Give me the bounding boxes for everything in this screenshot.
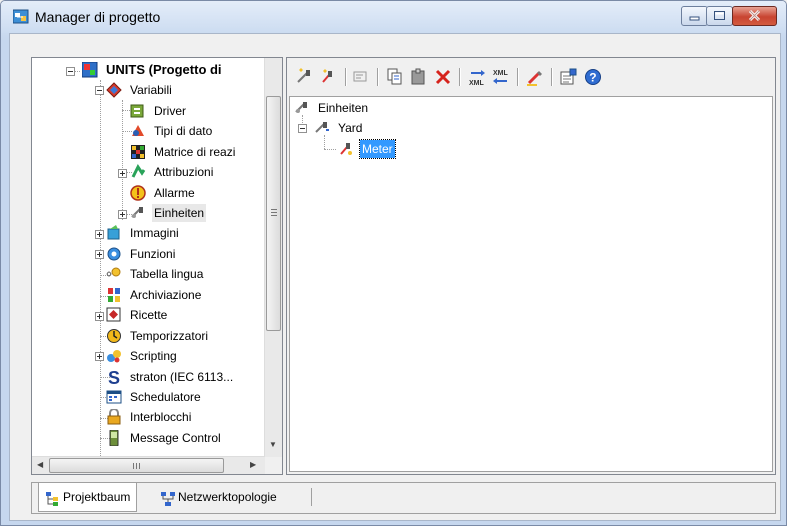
language-table-icon [106, 266, 122, 282]
minimize-icon [689, 16, 700, 21]
project-tree-panel[interactable]: UNITS (Progetto di ▲ Variabili Driver Ti… [31, 57, 283, 475]
svg-text:S: S [108, 369, 120, 385]
tree-line [122, 100, 123, 220]
assignments-icon [130, 164, 146, 180]
copy-button[interactable] [385, 67, 405, 87]
tree-line [100, 80, 101, 472]
driver-icon [130, 103, 146, 119]
properties-button[interactable] [559, 67, 579, 87]
export-xml-icon: XML [469, 70, 485, 87]
svg-text:XML: XML [493, 70, 509, 77]
bottom-tab-bar: Projektbaum Netzwerktopologie [31, 482, 776, 514]
project-manager-window: Manager di progetto UNITS (Progetto di V… [0, 0, 787, 526]
scheduler-icon [106, 389, 122, 405]
expand-toggle[interactable] [118, 210, 127, 219]
new-unit-icon [297, 68, 310, 83]
expand-toggle[interactable] [95, 312, 104, 321]
scroll-right-arrow-icon[interactable]: ▶ [250, 460, 256, 469]
close-button[interactable] [732, 6, 777, 26]
window-title: Manager di progetto [35, 9, 161, 25]
properties-list-button[interactable] [351, 67, 371, 87]
archiving-icon [106, 287, 122, 303]
import-xml-button[interactable]: XML [491, 67, 511, 87]
minimize-button[interactable] [681, 6, 708, 26]
import-xml-icon: XML [493, 70, 509, 84]
rename-button[interactable] [525, 67, 545, 87]
timer-icon [106, 328, 122, 344]
tab-projektbaum[interactable]: Projektbaum [38, 483, 138, 512]
collapse-toggle[interactable] [95, 86, 104, 95]
project-manager-icon [12, 9, 29, 25]
svg-text:?: ? [589, 71, 596, 85]
alarm-icon [130, 185, 146, 201]
straton-icon: S [106, 368, 122, 388]
units-detail-tree[interactable]: Einheiten Yard Meter [289, 96, 773, 472]
data-types-icon [130, 123, 146, 139]
project-icon [81, 61, 98, 78]
new-conversion-button[interactable] [319, 67, 339, 87]
expand-toggle[interactable] [95, 230, 104, 239]
svg-text:XML: XML [469, 80, 485, 87]
recipes-icon [106, 307, 122, 323]
expand-toggle[interactable] [118, 169, 127, 178]
help-button[interactable]: ? [583, 67, 603, 87]
collapse-toggle[interactable] [298, 124, 307, 133]
paste-icon [411, 68, 425, 85]
tab-netzwerktopologie[interactable]: Netzwerktopologie [154, 483, 283, 511]
scroll-down-arrow-icon[interactable]: ▼ [269, 440, 277, 449]
expand-toggle[interactable] [95, 352, 104, 361]
lock-icon [106, 408, 122, 425]
unit-group-icon [314, 120, 330, 136]
scroll-left-arrow-icon[interactable]: ◀ [37, 460, 43, 469]
close-icon [748, 9, 761, 22]
tree-line [324, 149, 336, 150]
properties-list-icon [353, 71, 367, 82]
tree-vertical-scrollbar[interactable]: ▼ [264, 58, 282, 457]
tree-horizontal-scrollbar[interactable]: ◀ ▶ [32, 456, 265, 474]
reaction-matrix-icon [130, 144, 146, 160]
tree-horizontal-scroll-thumb[interactable] [49, 458, 224, 473]
conversion-icon [338, 141, 354, 157]
network-topology-icon [160, 489, 176, 506]
paste-button[interactable] [409, 67, 429, 87]
tab-separator [311, 488, 312, 506]
tree-vertical-scroll-thumb[interactable] [266, 96, 281, 331]
copy-icon [387, 68, 402, 85]
collapse-toggle[interactable] [66, 67, 75, 76]
title-bar[interactable]: Manager di progetto [1, 1, 786, 33]
detail-toolbar: XML XML ? [287, 58, 775, 96]
export-xml-button[interactable]: XML [467, 67, 487, 87]
help-icon: ? [585, 69, 601, 85]
variables-icon [106, 82, 122, 98]
scripting-icon [106, 348, 122, 364]
message-control-icon [106, 429, 122, 447]
new-unit-button[interactable] [295, 67, 315, 87]
detail-panel: XML XML ? Einheiten Yard Meter [286, 57, 776, 475]
scrollbar-corner [265, 457, 282, 474]
delete-icon [435, 69, 451, 85]
delete-button[interactable] [433, 67, 453, 87]
properties-icon [560, 68, 577, 85]
images-icon [106, 225, 122, 241]
units-icon [294, 100, 310, 116]
pencil-icon [527, 71, 542, 86]
units-icon [130, 205, 146, 221]
new-conversion-icon [322, 69, 332, 83]
project-tree-icon [45, 489, 61, 506]
tree-line [324, 135, 325, 149]
maximize-icon [714, 11, 725, 20]
expand-toggle[interactable] [95, 250, 104, 259]
maximize-button[interactable] [706, 6, 733, 26]
functions-icon [106, 246, 122, 262]
